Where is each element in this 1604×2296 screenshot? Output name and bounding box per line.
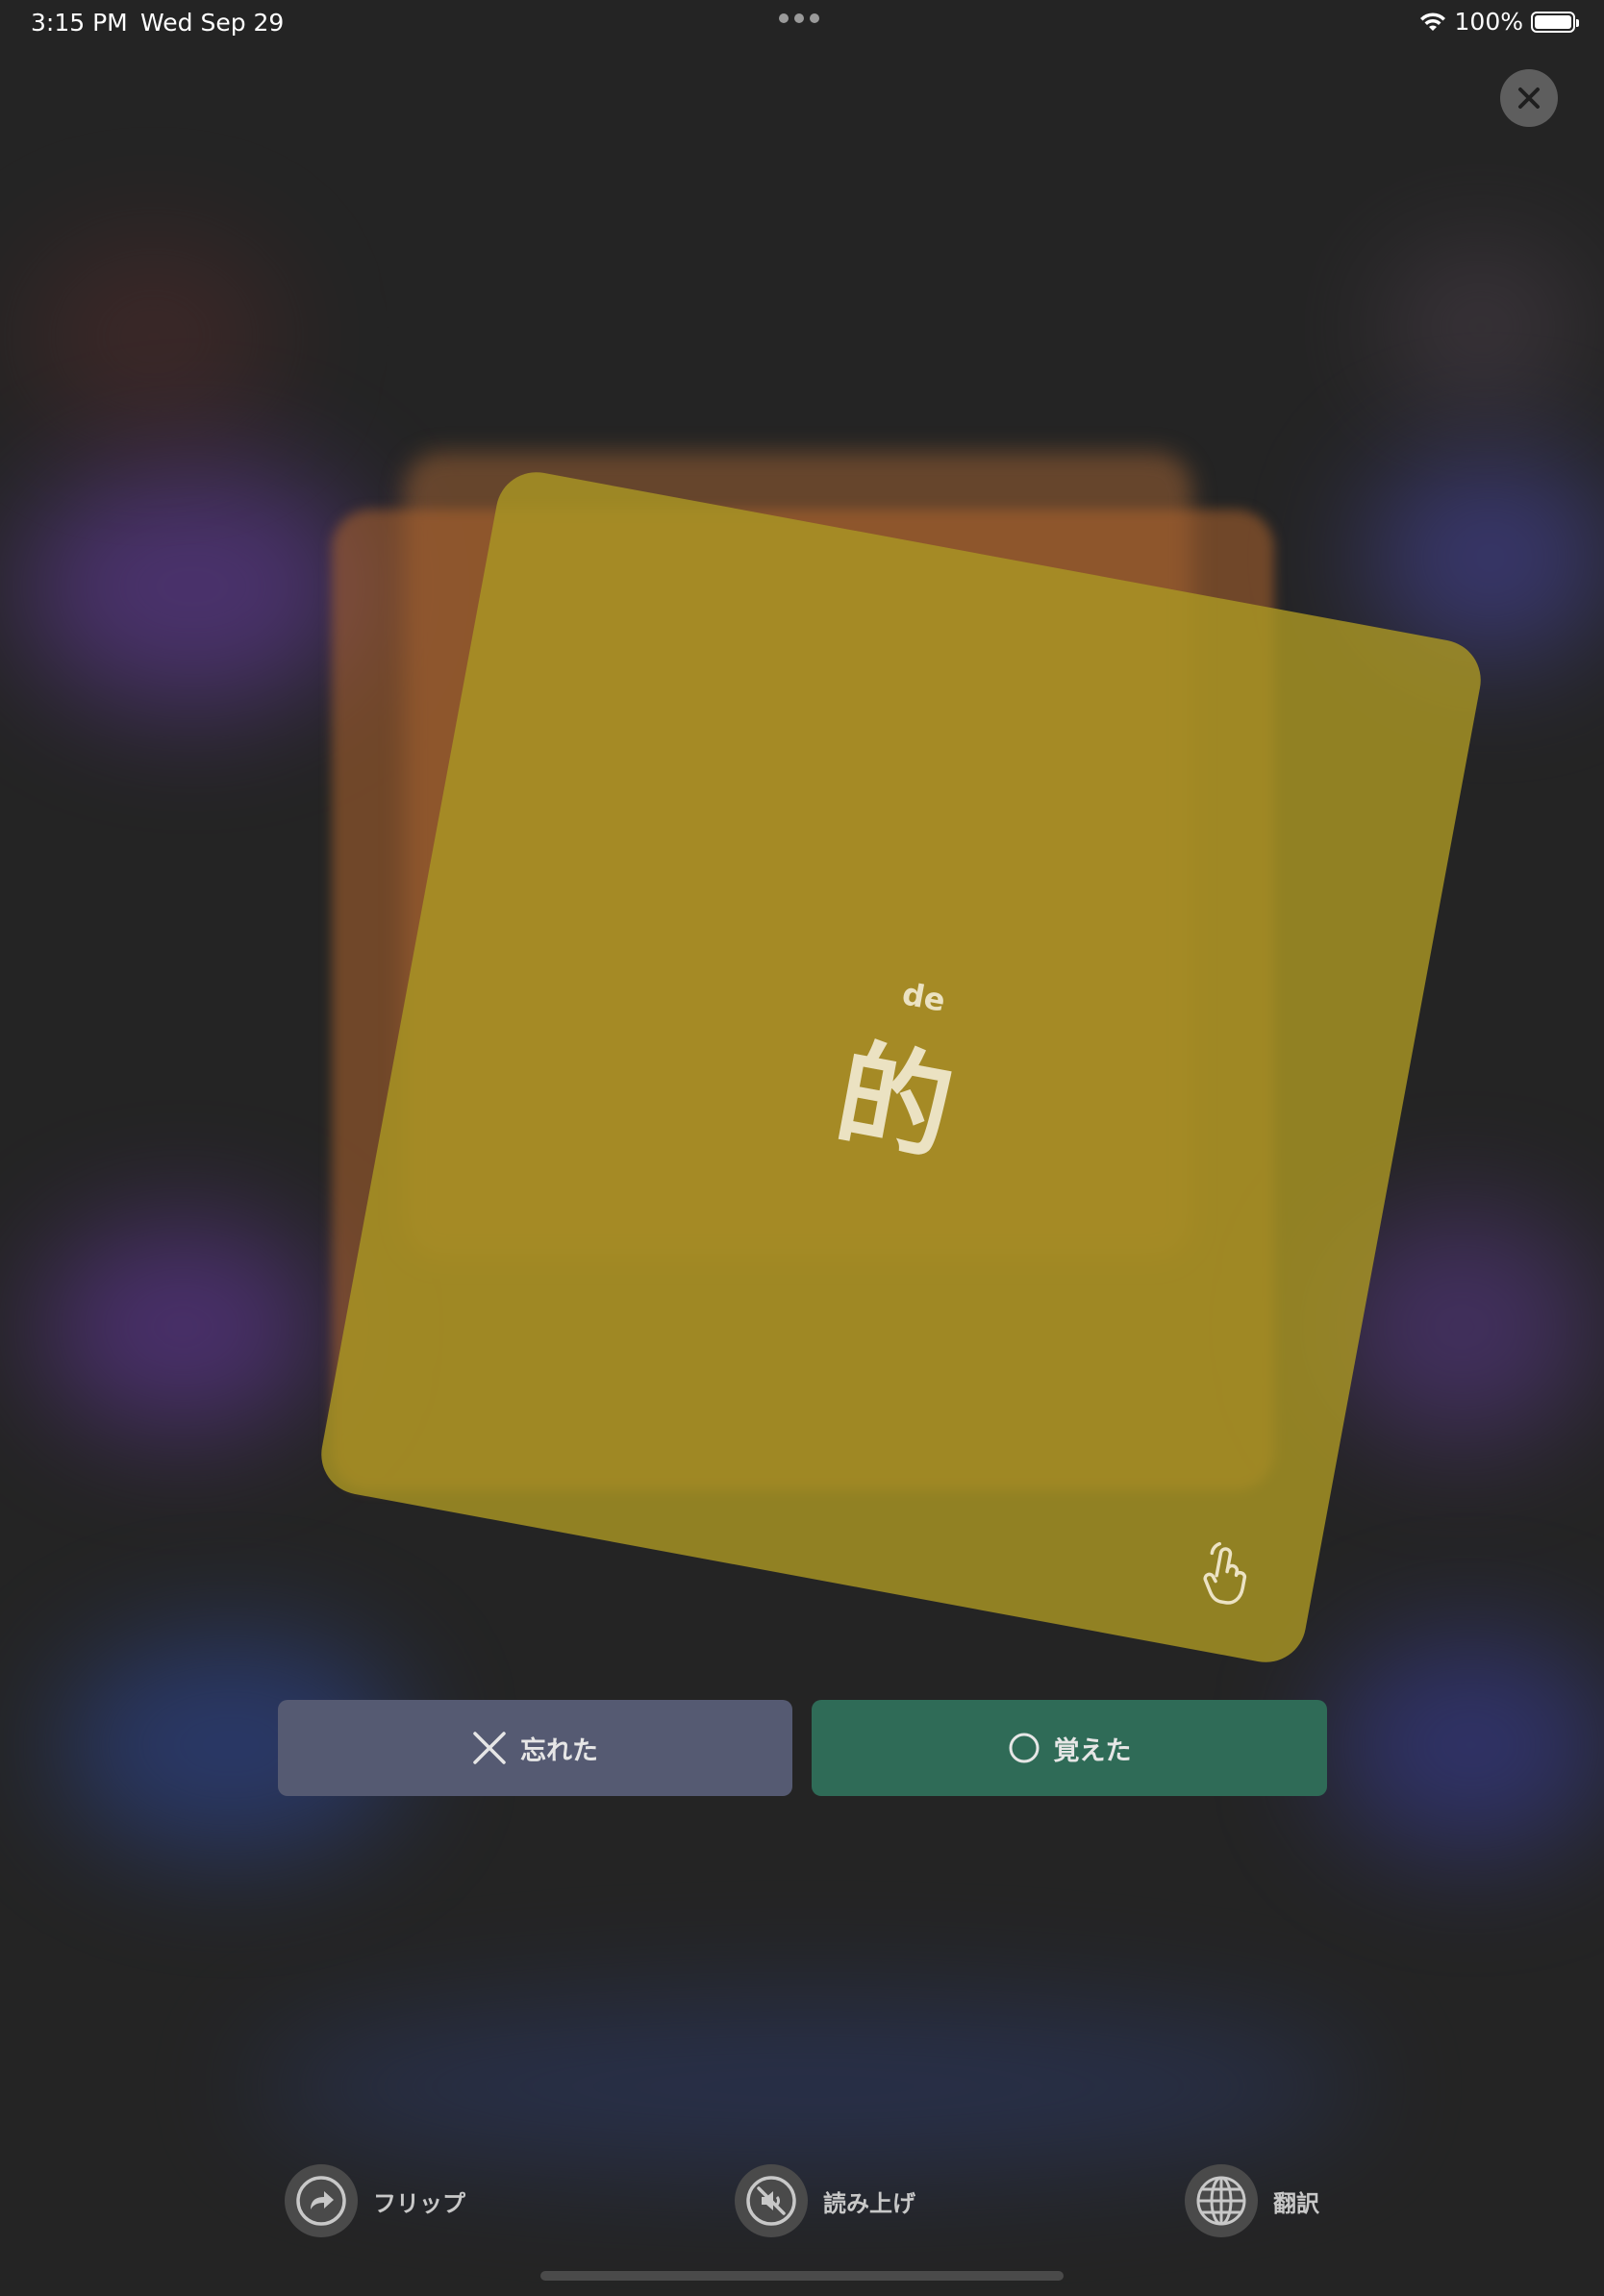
speak-button[interactable]: 読み上げ [735,2163,915,2238]
multitasking-dots-icon[interactable] [779,13,819,23]
tap-hand-icon [1203,1541,1247,1605]
cross-icon [473,1732,506,1764]
battery-icon [1531,11,1579,33]
status-time: 3:15 PM [31,9,128,37]
speaker-muted-icon [746,2176,796,2226]
circle-icon [1009,1733,1039,1763]
flip-icon-wrap [285,2164,358,2237]
flip-button[interactable]: フリップ [285,2163,465,2238]
flip-arrow-icon [296,2176,346,2226]
battery-percent: 100% [1454,8,1523,36]
flashcard[interactable]: de 的 [314,465,1488,1669]
wifi-icon [1419,12,1445,31]
translate-label: 翻訳 [1273,2189,1319,2217]
forgot-button-label: 忘れた [520,1735,598,1766]
translate-icon-wrap [1185,2164,1258,2237]
close-icon [1518,87,1540,109]
home-indicator[interactable] [540,2271,1064,2281]
close-button[interactable] [1500,69,1558,127]
background-glow [19,462,365,711]
background-glow [1327,1635,1604,1856]
background-glow [1385,250,1577,404]
battery-level [1535,14,1571,29]
flashcard-screen: 3:15 PM Wed Sep 29 100% de 的 忘れた 覚えた フリッ… [0,0,1604,2296]
remembered-button[interactable]: 覚えた [812,1700,1327,1796]
status-right: 100% [1418,8,1579,36]
background-glow [29,240,279,433]
translate-button[interactable]: 翻訳 [1185,2163,1319,2238]
status-date: Wed Sep 29 [140,9,285,37]
remembered-button-label: 覚えた [1053,1735,1132,1766]
background-glow [38,1221,327,1433]
flashcard-content: de 的 [314,465,1487,1668]
flip-label: フリップ [373,2189,465,2217]
speak-icon-wrap [735,2164,808,2237]
background-glow [250,2000,1366,2173]
speak-label: 読み上げ [823,2189,915,2217]
globe-icon [1196,2176,1246,2226]
hanzi-character: 的 [826,1025,964,1177]
status-bar: 3:15 PM Wed Sep 29 100% [0,0,1604,46]
forgot-button[interactable]: 忘れた [278,1700,792,1796]
